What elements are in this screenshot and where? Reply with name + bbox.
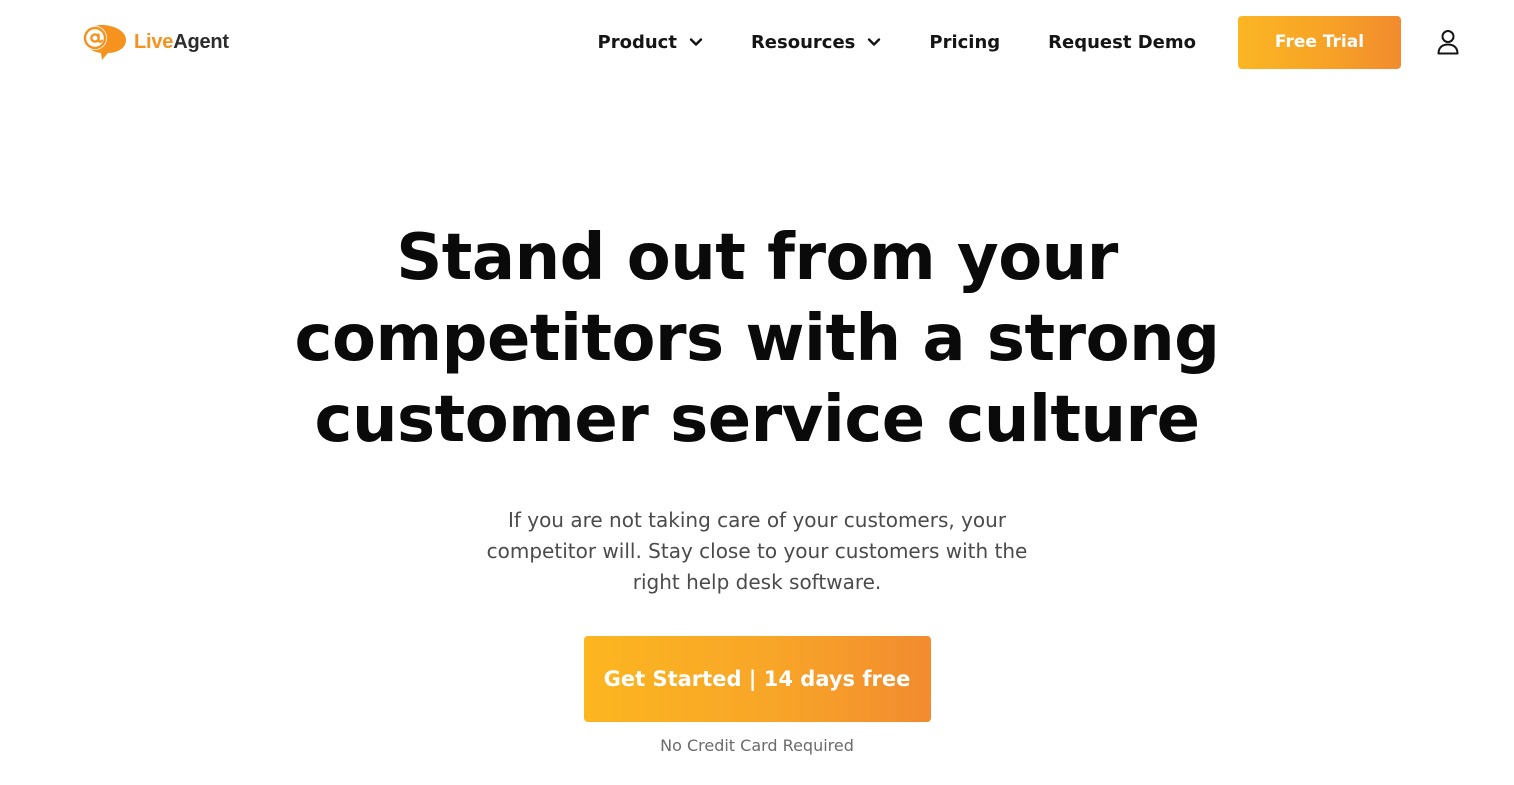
hero-title-line: customer service culture: [314, 383, 1201, 457]
nav-request-demo[interactable]: Request Demo: [1048, 32, 1196, 53]
nav-resources-label: Resources: [750, 31, 856, 53]
get-started-button[interactable]: Get Started | 14 days free: [583, 636, 931, 722]
nav-request-demo-label: Request Demo: [1048, 31, 1196, 53]
at-speech-bubble-icon: [83, 25, 126, 60]
site-header: LiveAgent Product Resources Pricing Requ…: [0, 0, 1514, 84]
nav-pricing[interactable]: Pricing: [929, 32, 1000, 53]
hero-section: Stand out from your competitors with a s…: [0, 218, 1514, 755]
chevron-down-icon: [868, 38, 881, 46]
nav-product-label: Product: [597, 31, 677, 53]
hero-subtitle: If you are not taking care of your custo…: [486, 508, 1028, 594]
main-nav: Product Resources Pricing Request Demo F…: [598, 14, 1462, 70]
chevron-down-icon: [689, 38, 703, 46]
user-icon: [1437, 30, 1459, 55]
hero-title: Stand out from your competitors with a s…: [257, 218, 1257, 461]
nav-pricing-label: Pricing: [929, 31, 1001, 53]
page: LiveAgent Product Resources Pricing Requ…: [0, 0, 1514, 785]
logo-word-live: Live: [134, 30, 174, 53]
logo[interactable]: LiveAgent: [82, 22, 229, 62]
no-credit-card-note: No Credit Card Required: [660, 736, 854, 755]
user-account-button[interactable]: [1434, 28, 1462, 56]
hero-title-line: competitors with a strong: [294, 302, 1220, 376]
logo-word-agent: Agent: [173, 30, 229, 53]
nav-product[interactable]: Product: [598, 32, 703, 53]
nav-resources[interactable]: Resources: [751, 32, 881, 53]
free-trial-button[interactable]: Free Trial: [1238, 15, 1401, 69]
hero-title-line: Stand out from your: [396, 221, 1118, 295]
logo-text: LiveAgent: [134, 31, 229, 54]
